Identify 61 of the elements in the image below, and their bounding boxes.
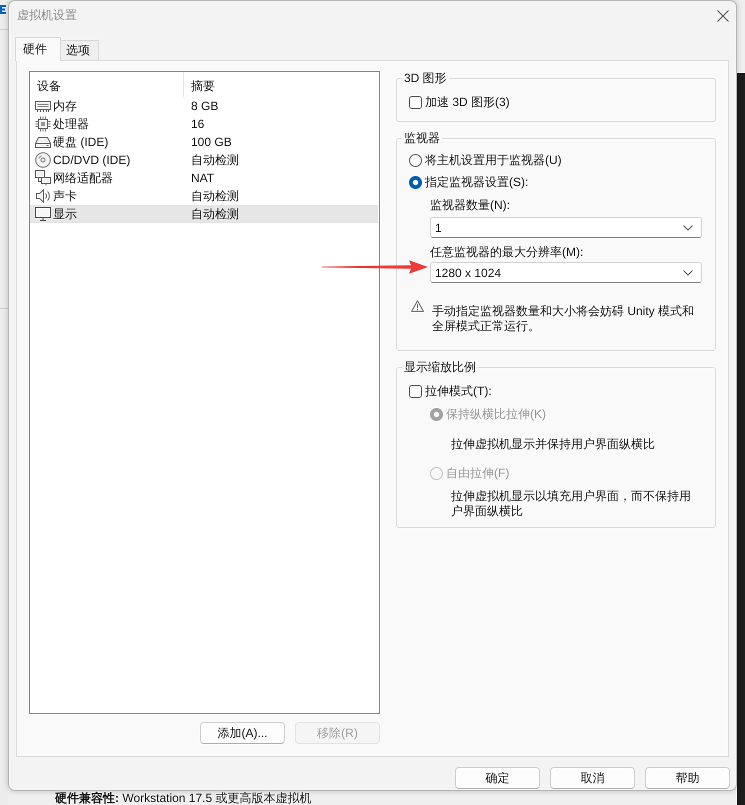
- device-name: 内存: [53, 98, 77, 114]
- device-summary: 100 GB: [191, 135, 232, 149]
- dropdown[interactable]: 1280 x 1024: [430, 262, 702, 283]
- device-row[interactable]: 显示 自动检测: [30, 205, 378, 223]
- compatibility-text: 硬件兼容性: Workstation 17.5 或更高版本虚拟机: [54, 791, 312, 805]
- dropdown[interactable]: 1: [430, 217, 702, 238]
- column-header[interactable]: 摘要: [184, 72, 379, 97]
- option-description: 拉伸虚拟机显示以填充用户界面，而不保持用户界面纵横比: [451, 489, 692, 519]
- device-row[interactable]: 硬盘 (IDE) 100 GB: [30, 133, 378, 151]
- device-name: 硬盘 (IDE): [53, 134, 108, 150]
- close-icon[interactable]: [717, 10, 729, 22]
- checkbox-label[interactable]: 拉伸模式(T):: [425, 383, 492, 399]
- device-row[interactable]: 内存 8 GB: [30, 97, 378, 115]
- radio-label[interactable]: 将主机设置用于监视器(U): [425, 152, 562, 168]
- dialog-button[interactable]: 确定: [455, 767, 540, 789]
- bars-icon: [0, 5, 6, 14]
- radio-label[interactable]: 指定监视器设置(S):: [425, 174, 528, 190]
- device-row[interactable]: 处理器 16: [30, 115, 378, 133]
- device-row[interactable]: CD/DVD (IDE) 自动检测: [30, 151, 378, 169]
- checkbox[interactable]: [409, 96, 422, 108]
- warning-text: 手动指定监视器数量和大小将会妨碍 Unity 模式和全屏模式正常运行。: [432, 304, 696, 334]
- dialog-button[interactable]: 帮助: [645, 767, 730, 789]
- device-name: 声卡: [53, 188, 77, 204]
- device-name: 处理器: [53, 116, 89, 132]
- device-row[interactable]: 网络适配器 NAT: [30, 169, 378, 187]
- device-name: 显示: [53, 206, 77, 222]
- radio-button[interactable]: [409, 154, 422, 166]
- group-title: 监视器: [403, 131, 441, 145]
- radio-button[interactable]: [409, 176, 422, 188]
- device-summary: NAT: [191, 171, 214, 185]
- drive-icon: [35, 134, 51, 150]
- dialog-title: 虚拟机设置: [17, 7, 78, 24]
- device-summary: 16: [191, 117, 204, 131]
- list-action-button[interactable]: 添加(A)...: [200, 722, 285, 744]
- device-summary: 自动检测: [191, 207, 239, 221]
- warning-icon: [411, 300, 424, 312]
- column-header[interactable]: 设备: [30, 72, 184, 97]
- device-name: CD/DVD (IDE): [53, 152, 130, 168]
- disc-icon: [35, 152, 51, 168]
- device-name: 网络适配器: [53, 170, 113, 186]
- option-description: 拉伸虚拟机显示并保持用户界面纵横比: [451, 437, 656, 452]
- tab[interactable]: 硬件: [15, 37, 61, 61]
- monitor-icon: [35, 206, 51, 222]
- device-row[interactable]: 声卡 自动检测: [30, 187, 378, 205]
- device-summary: 自动检测: [191, 189, 239, 203]
- chip-icon: [35, 116, 51, 132]
- field-label: 监视器数量(N):: [430, 197, 511, 213]
- network-icon: [35, 170, 51, 186]
- checkbox[interactable]: [409, 384, 422, 398]
- tab[interactable]: 选项: [60, 40, 99, 60]
- chevron-down-icon[interactable]: [683, 270, 693, 276]
- group-title: 3D 图形: [403, 71, 448, 85]
- chevron-down-icon[interactable]: [683, 224, 693, 230]
- speaker-icon: [35, 188, 51, 204]
- group-title: 显示缩放比例: [403, 360, 477, 374]
- field-label: 任意监视器的最大分辨率(M):: [430, 244, 584, 260]
- device-summary: 自动检测: [191, 153, 239, 167]
- memory-module-icon: [35, 98, 51, 114]
- checkbox-label[interactable]: 加速 3D 图形(3): [425, 94, 510, 110]
- device-summary: 8 GB: [191, 99, 218, 113]
- dialog-button[interactable]: 取消: [550, 767, 635, 789]
